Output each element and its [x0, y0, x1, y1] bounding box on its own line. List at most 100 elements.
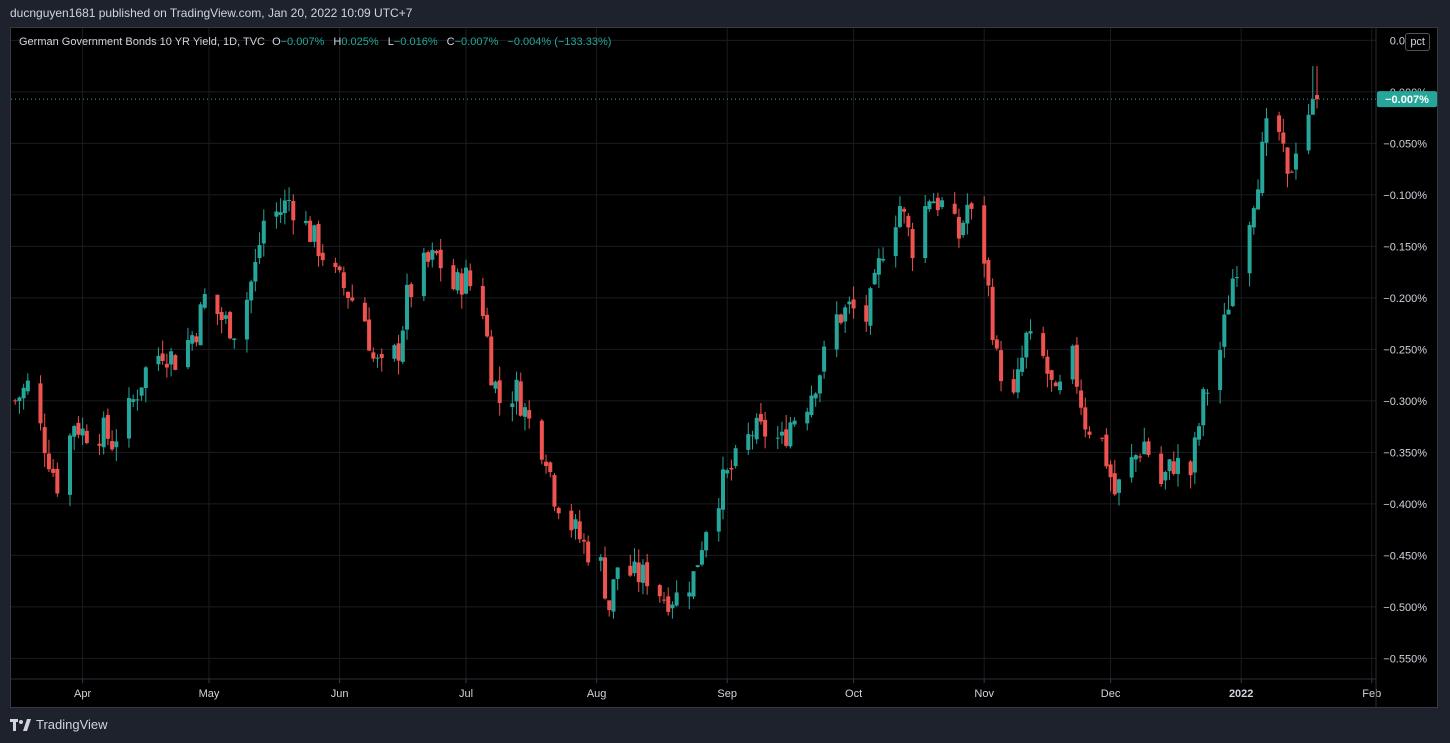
- candle-down: [763, 411, 768, 449]
- candle-body: [438, 249, 443, 269]
- candle-down: [577, 510, 582, 543]
- candle-body: [603, 557, 608, 599]
- candle-body: [1129, 457, 1134, 478]
- candle-body: [994, 339, 999, 349]
- candle-up: [834, 301, 839, 358]
- y-tick-label: −0.050%: [1383, 138, 1427, 150]
- candle-body: [1197, 426, 1202, 440]
- low-value: −0.016%: [393, 36, 438, 48]
- candle-body: [480, 285, 485, 317]
- candle-down: [586, 535, 591, 566]
- candle-down: [569, 504, 574, 538]
- symbol-title[interactable]: German Government Bonds 10 YR Yield, 1D,…: [19, 36, 265, 48]
- candle-up: [1205, 388, 1210, 406]
- candle-up: [868, 286, 873, 335]
- percent-scale-button[interactable]: pct: [1405, 33, 1430, 51]
- candle-down: [662, 592, 667, 604]
- x-tick-label: Dec: [1101, 688, 1121, 700]
- candle-body: [367, 319, 372, 351]
- x-tick-label: Oct: [845, 688, 862, 700]
- candle-body: [80, 428, 85, 436]
- candle-body: [1315, 94, 1320, 100]
- candle-body: [577, 521, 582, 540]
- candle-body: [493, 381, 498, 389]
- candle-down: [982, 196, 987, 278]
- x-tick-label: May: [199, 688, 220, 700]
- candle-body: [935, 197, 940, 211]
- y-tick-label: −0.350%: [1383, 447, 1427, 459]
- candle-body: [573, 519, 578, 529]
- candle-body: [691, 571, 696, 597]
- candle-up: [514, 371, 519, 415]
- candle-body: [931, 201, 936, 204]
- candle-down: [51, 459, 56, 477]
- candle-up: [312, 224, 317, 248]
- candle-body: [341, 272, 346, 289]
- candle-body: [952, 203, 957, 214]
- candle-body: [497, 380, 502, 403]
- candle-down: [426, 250, 431, 268]
- candle-body: [750, 435, 755, 437]
- candle-up: [611, 578, 616, 619]
- candle-up: [746, 422, 751, 455]
- candle-body: [586, 541, 591, 563]
- candle-body: [1260, 141, 1265, 194]
- candle-body: [1146, 441, 1151, 455]
- candlestick-chart[interactable]: 0.050%0.000%−0.050%−0.100%−0.150%−0.200%…: [11, 28, 1437, 707]
- candle-down: [581, 533, 586, 555]
- candle-body: [156, 355, 161, 365]
- candle-down: [956, 208, 961, 248]
- candle-body: [135, 399, 140, 401]
- candle-up: [598, 554, 603, 572]
- candle-down: [910, 222, 915, 272]
- candle-body: [1100, 437, 1105, 439]
- candle-body: [1024, 332, 1029, 358]
- candle-body: [758, 413, 763, 422]
- candle-body: [320, 252, 325, 261]
- candle-up: [493, 380, 498, 394]
- candle-up: [510, 391, 515, 422]
- candle-body: [822, 346, 827, 372]
- candle-down: [291, 194, 296, 235]
- candle-body: [219, 312, 224, 320]
- candle-down: [1045, 349, 1050, 388]
- candle-body: [695, 565, 700, 568]
- candle-body: [97, 443, 102, 446]
- candle-down: [518, 372, 523, 417]
- candle-up: [169, 347, 174, 377]
- candle-up: [17, 396, 22, 414]
- candle-up: [1192, 431, 1197, 484]
- candle-up: [573, 514, 578, 540]
- candle-body: [775, 437, 780, 439]
- candle-down: [1146, 437, 1151, 458]
- open-value: −0.007%: [280, 36, 325, 48]
- candle-body: [228, 312, 233, 339]
- tradingview-logo[interactable]: TradingView: [10, 717, 108, 732]
- candle-up: [1175, 444, 1180, 487]
- candle-down: [1083, 397, 1088, 438]
- candle-up: [809, 385, 814, 418]
- candle-down: [657, 583, 662, 603]
- candle-down: [544, 454, 549, 474]
- candle-body: [143, 367, 148, 388]
- candle-up: [126, 387, 131, 448]
- candle-body: [257, 245, 262, 259]
- candle-body: [1087, 431, 1092, 435]
- candle-up: [156, 347, 161, 372]
- candle-down: [320, 244, 325, 266]
- candle-up: [1015, 357, 1020, 399]
- candle-body: [261, 220, 266, 244]
- candle-up: [80, 417, 85, 445]
- x-tick-label: Jul: [459, 688, 473, 700]
- candle-down: [1053, 380, 1058, 387]
- candle-body: [864, 305, 869, 322]
- candle-down: [451, 258, 456, 291]
- chart-panel[interactable]: German Government Bonds 10 YR Yield, 1D,…: [10, 27, 1438, 708]
- candle-body: [1230, 278, 1235, 307]
- candle-body: [198, 304, 203, 346]
- candle-body: [362, 302, 367, 322]
- candle-up: [522, 402, 527, 431]
- candle-body: [1281, 132, 1286, 144]
- candle-up: [805, 407, 810, 431]
- candle-body: [788, 422, 793, 447]
